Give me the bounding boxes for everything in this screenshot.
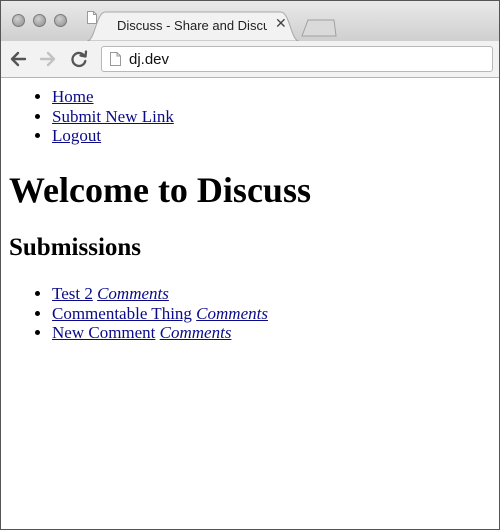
submission-comments-link[interactable]: Comments [196, 304, 268, 323]
top-nav-list: Home Submit New Link Logout [1, 87, 174, 146]
browser-tab-active[interactable]: Discuss - Share and Discuss ✕ [87, 11, 299, 41]
submission-item: Commentable Thing Comments [52, 304, 268, 324]
window-zoom-dot[interactable] [54, 14, 67, 27]
submissions-heading: Submissions [9, 234, 142, 261]
browser-tab-strip: Discuss - Share and Discuss ✕ [1, 1, 499, 41]
window-close-dot[interactable] [12, 14, 25, 27]
page-content: Home Submit New Link Logout Welcome to D… [1, 78, 499, 529]
submission-title-link[interactable]: Test 2 [52, 284, 93, 303]
logout-link[interactable]: Logout [52, 126, 101, 145]
tab-title: Discuss - Share and Discuss [117, 18, 267, 33]
submission-item: Test 2 Comments [52, 284, 268, 304]
submissions-list: Test 2 Comments Commentable Thing Commen… [1, 284, 268, 343]
address-bar[interactable]: dj.dev [101, 46, 493, 72]
tab-close-icon[interactable]: ✕ [275, 16, 287, 32]
back-arrow-icon[interactable] [8, 49, 28, 69]
address-bar-url: dj.dev [129, 51, 170, 68]
page-favicon-icon [87, 11, 97, 24]
submission-comments-link[interactable]: Comments [97, 284, 169, 303]
submission-title-link[interactable]: Commentable Thing [52, 304, 192, 323]
submission-comments-link[interactable]: Comments [160, 323, 232, 342]
reload-icon[interactable] [69, 49, 89, 69]
browser-toolbar: dj.dev [1, 41, 499, 78]
new-tab-button[interactable] [301, 19, 337, 37]
nav-item-home: Home [52, 87, 174, 107]
nav-item-submit: Submit New Link [52, 107, 174, 127]
browser-window: Discuss - Share and Discuss ✕ dj.dev Hom… [0, 0, 500, 530]
submission-item: New Comment Comments [52, 323, 268, 343]
submission-title-link[interactable]: New Comment [52, 323, 155, 342]
home-link[interactable]: Home [52, 87, 94, 106]
window-minimize-dot[interactable] [33, 14, 46, 27]
page-info-icon[interactable] [110, 52, 121, 66]
forward-arrow-icon[interactable] [38, 49, 58, 69]
submit-new-link-link[interactable]: Submit New Link [52, 107, 174, 126]
page-title: Welcome to Discuss [9, 170, 311, 210]
nav-item-logout: Logout [52, 126, 174, 146]
